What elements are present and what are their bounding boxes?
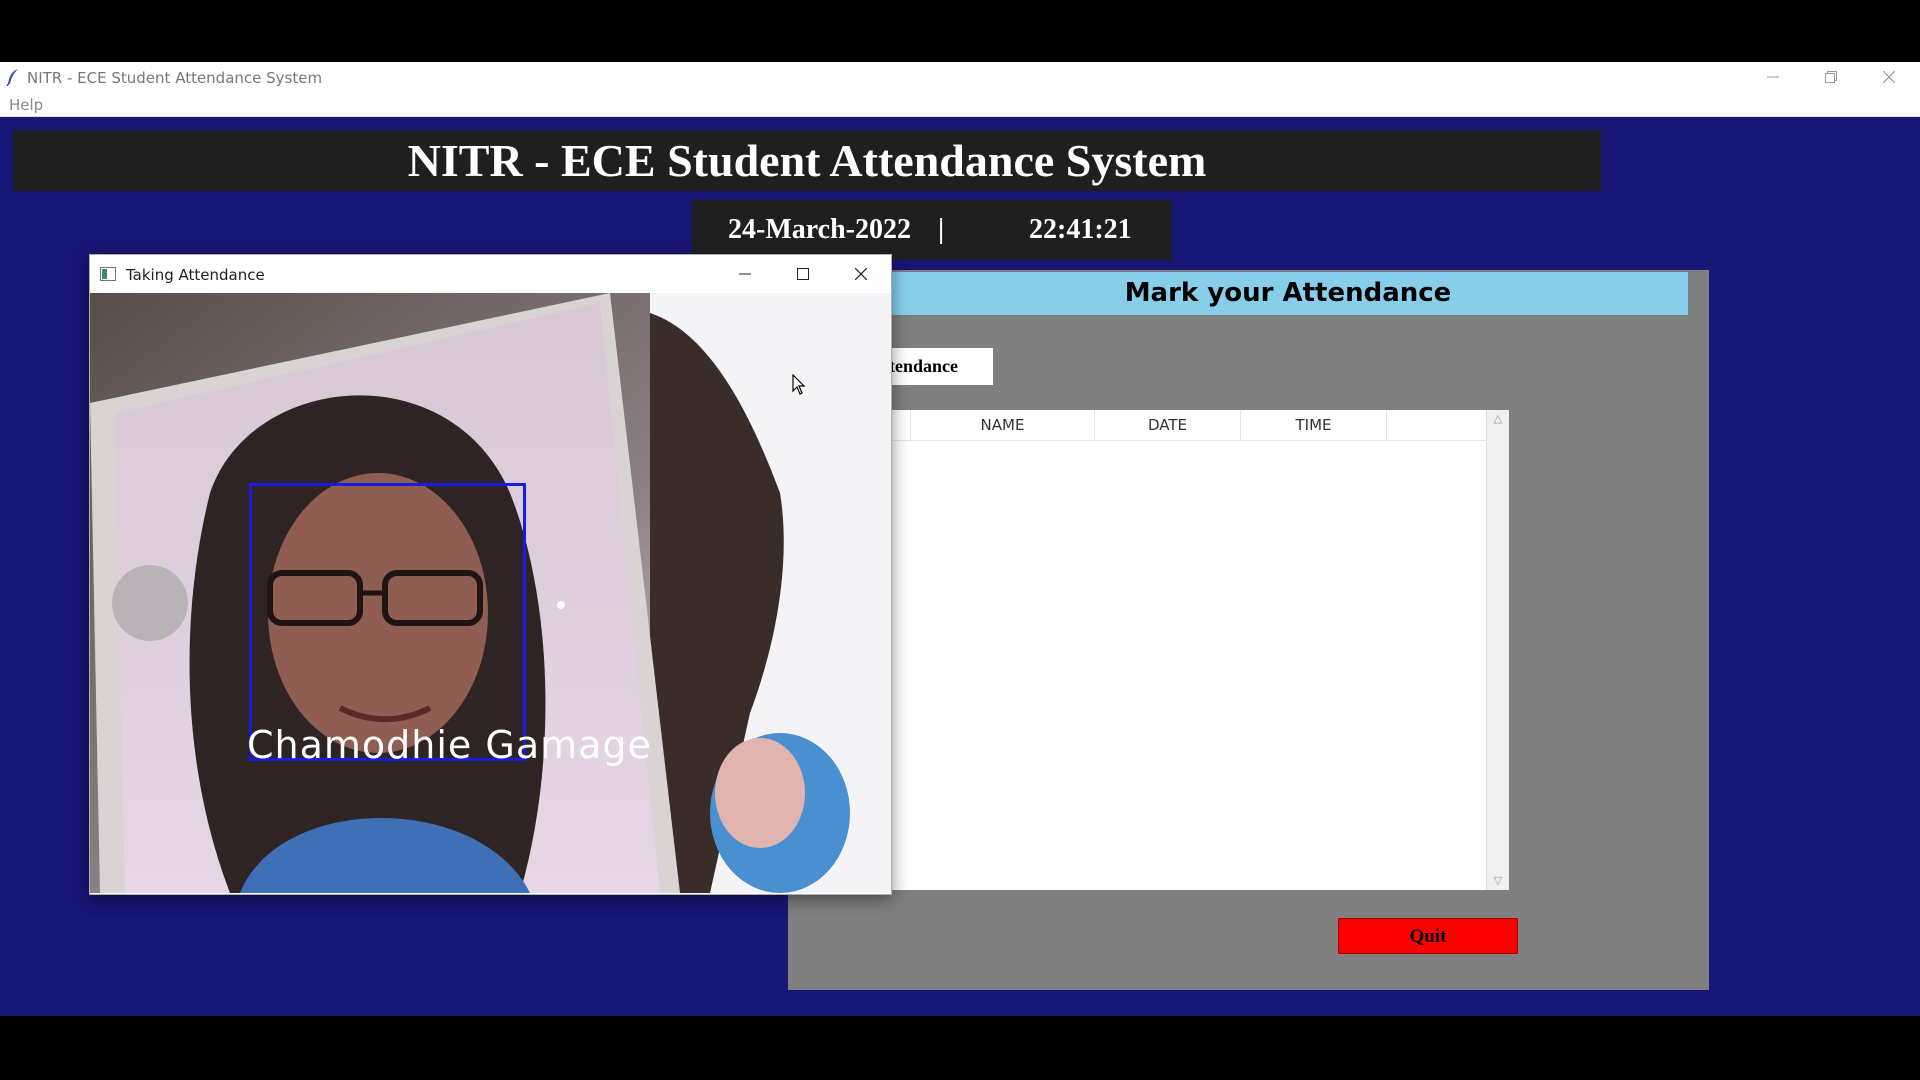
camera-window[interactable]: Taking Attendance Chamodhie Gamage [89, 254, 892, 895]
datetime-separator: | [938, 214, 945, 245]
mouse-cursor-icon [792, 374, 806, 395]
column-header-date[interactable]: DATE [1095, 410, 1241, 440]
minimize-icon [739, 273, 751, 275]
attendance-panel: Mark your Attendance ttendance NAME DATE… [788, 270, 1709, 990]
date-label: 24-March-2022 [728, 214, 911, 245]
scroll-down-icon[interactable]: ▽ [1487, 872, 1509, 890]
minimize-button[interactable] [1744, 62, 1802, 92]
restore-button[interactable] [1802, 62, 1860, 92]
camera-window-titlebar[interactable]: Taking Attendance [90, 255, 891, 293]
camera-app-icon [100, 267, 116, 281]
menu-help[interactable]: Help [9, 96, 43, 114]
close-icon [855, 268, 867, 280]
camera-window-title: Taking Attendance [126, 266, 265, 284]
datetime-display: 24-March-2022 | 22:41:21 [692, 200, 1172, 260]
table-header: NAME DATE TIME [888, 410, 1486, 441]
camera-minimize-button[interactable] [716, 255, 774, 293]
restore-icon [1825, 71, 1837, 83]
feather-app-icon [6, 69, 18, 86]
close-button[interactable] [1860, 62, 1918, 92]
minimize-icon [1767, 76, 1779, 78]
attendance-panel-title: Mark your Attendance [888, 272, 1688, 315]
face-detection-box [249, 483, 526, 761]
maximize-icon [797, 268, 809, 280]
clock-label: 22:41:21 [1029, 214, 1132, 245]
close-icon [1883, 71, 1895, 83]
column-header-name[interactable]: NAME [911, 410, 1095, 440]
camera-maximize-button[interactable] [774, 255, 832, 293]
page-title: NITR - ECE Student Attendance System [13, 130, 1601, 191]
quit-button[interactable]: Quit [1338, 918, 1518, 954]
menubar: Help [0, 92, 1920, 117]
column-header-time[interactable]: TIME [1241, 410, 1387, 440]
recognized-name-label: Chamodhie Gamage [247, 723, 652, 767]
table-scrollbar[interactable]: △ ▽ [1486, 410, 1509, 890]
scroll-up-icon[interactable]: △ [1487, 410, 1509, 428]
camera-feed: Chamodhie Gamage [90, 293, 891, 893]
window-title: NITR - ECE Student Attendance System [27, 69, 323, 87]
camera-close-button[interactable] [832, 255, 890, 293]
window-titlebar[interactable]: NITR - ECE Student Attendance System [0, 62, 1920, 92]
attendance-table[interactable]: NAME DATE TIME [888, 410, 1486, 890]
